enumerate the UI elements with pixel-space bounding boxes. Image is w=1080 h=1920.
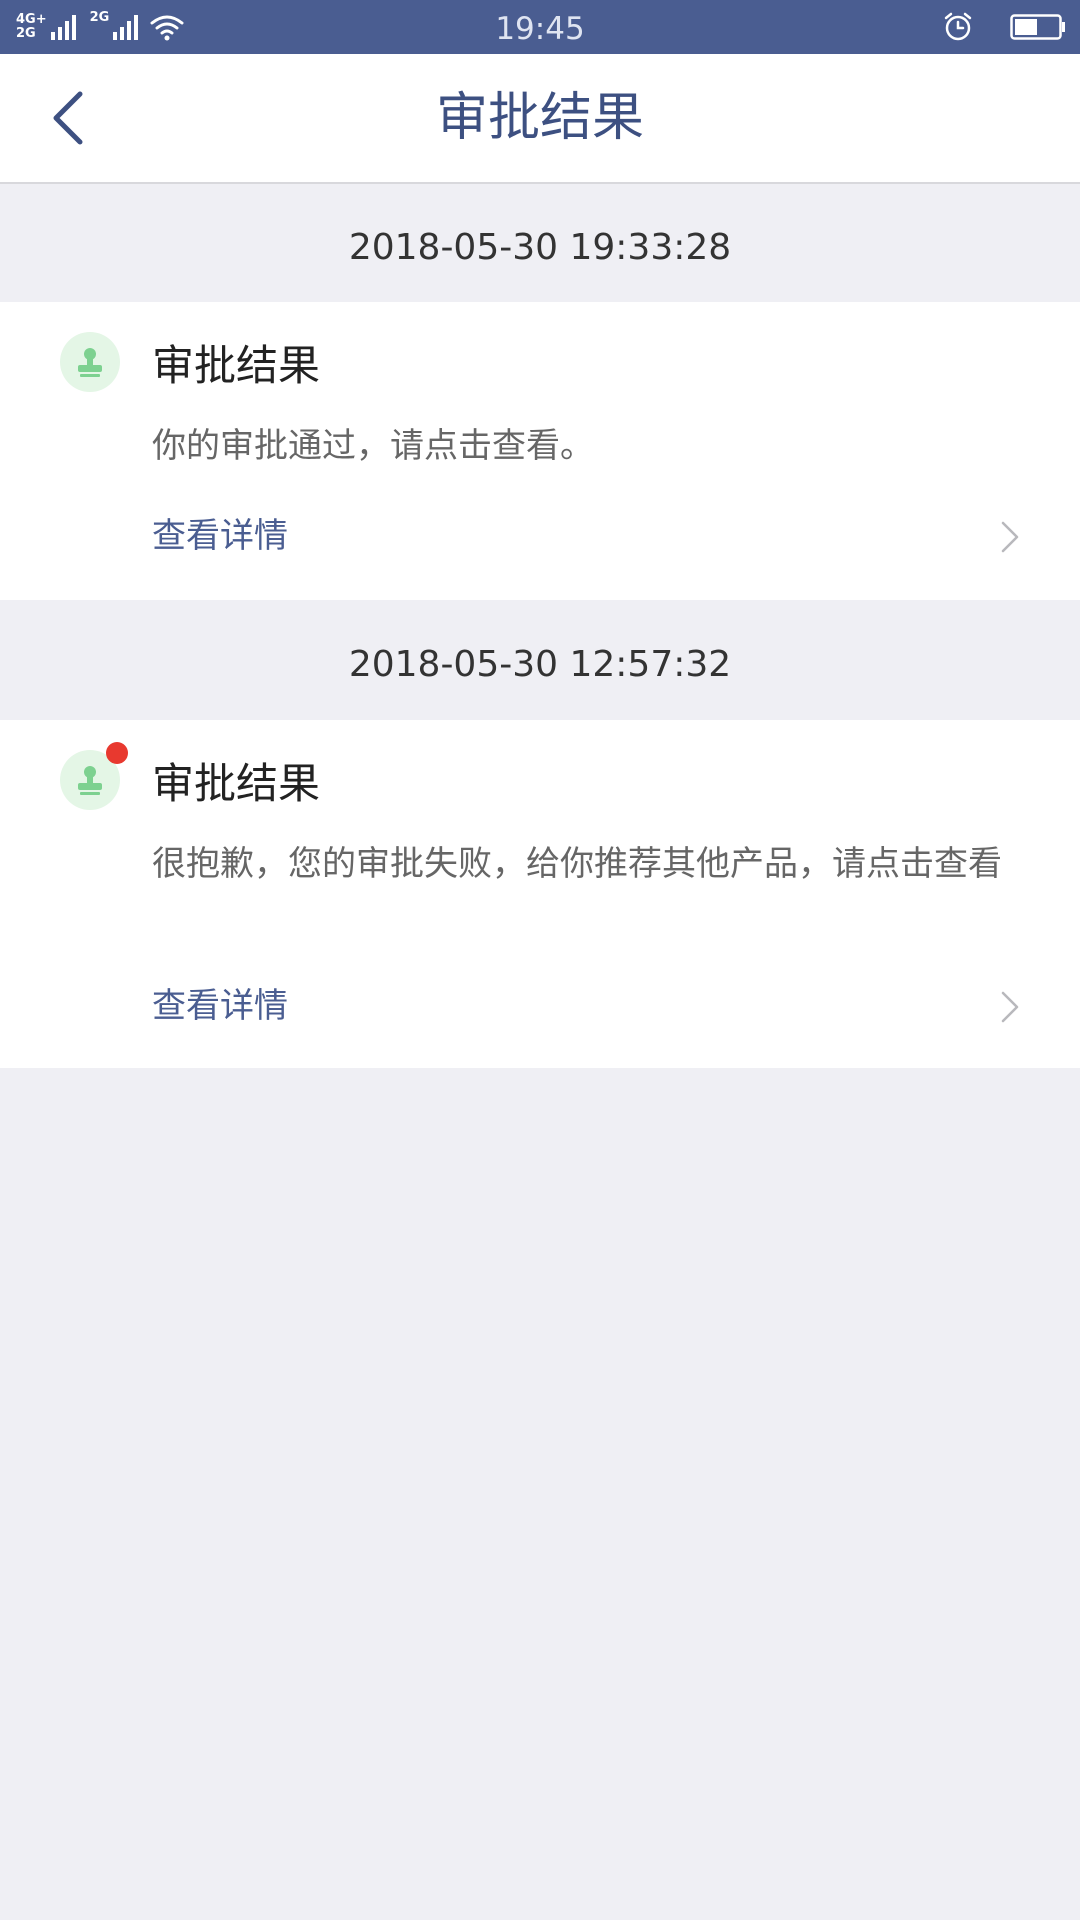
unread-badge (106, 742, 128, 764)
view-details-link[interactable]: 查看详情 (0, 966, 1080, 1046)
status-right-group (942, 10, 1066, 44)
chevron-right-icon (1001, 991, 1019, 1023)
message-date-header: 2018-05-30 19:33:28 (348, 227, 732, 268)
message-title: 审批结果 (152, 341, 321, 390)
message-avatar (60, 332, 120, 392)
nav-bar: 审批结果 (0, 54, 1080, 184)
message-avatar (60, 742, 128, 810)
status-time: 19:45 (495, 11, 585, 47)
stamp-icon (78, 766, 102, 795)
page-title: 审批结果 (435, 88, 644, 148)
battery-icon (1010, 14, 1065, 40)
alarm-icon (944, 12, 972, 41)
stamp-icon (78, 348, 102, 377)
message-body: 很抱歉，您的审批失败，给你推荐其他产品，请点击查看 (152, 844, 1002, 884)
message-date-header: 2018-05-30 12:57:32 (348, 644, 732, 685)
message-card: 审批结果 你的审批通过，请点击查看。 查看详情 (0, 302, 1080, 600)
message-title: 审批结果 (152, 759, 321, 808)
view-details-label: 查看详情 (152, 986, 288, 1026)
message-body: 你的审批通过，请点击查看。 (152, 426, 594, 466)
view-details-label: 查看详情 (152, 516, 288, 556)
message-card: 审批结果 很抱歉，您的审批失败，给你推荐其他产品，请点击查看 查看详情 (0, 720, 1080, 1068)
view-details-link[interactable]: 查看详情 (0, 496, 1080, 576)
chevron-right-icon (1001, 521, 1019, 553)
status-bar: 4G+ 2G 2G 19:45 (0, 0, 1080, 54)
